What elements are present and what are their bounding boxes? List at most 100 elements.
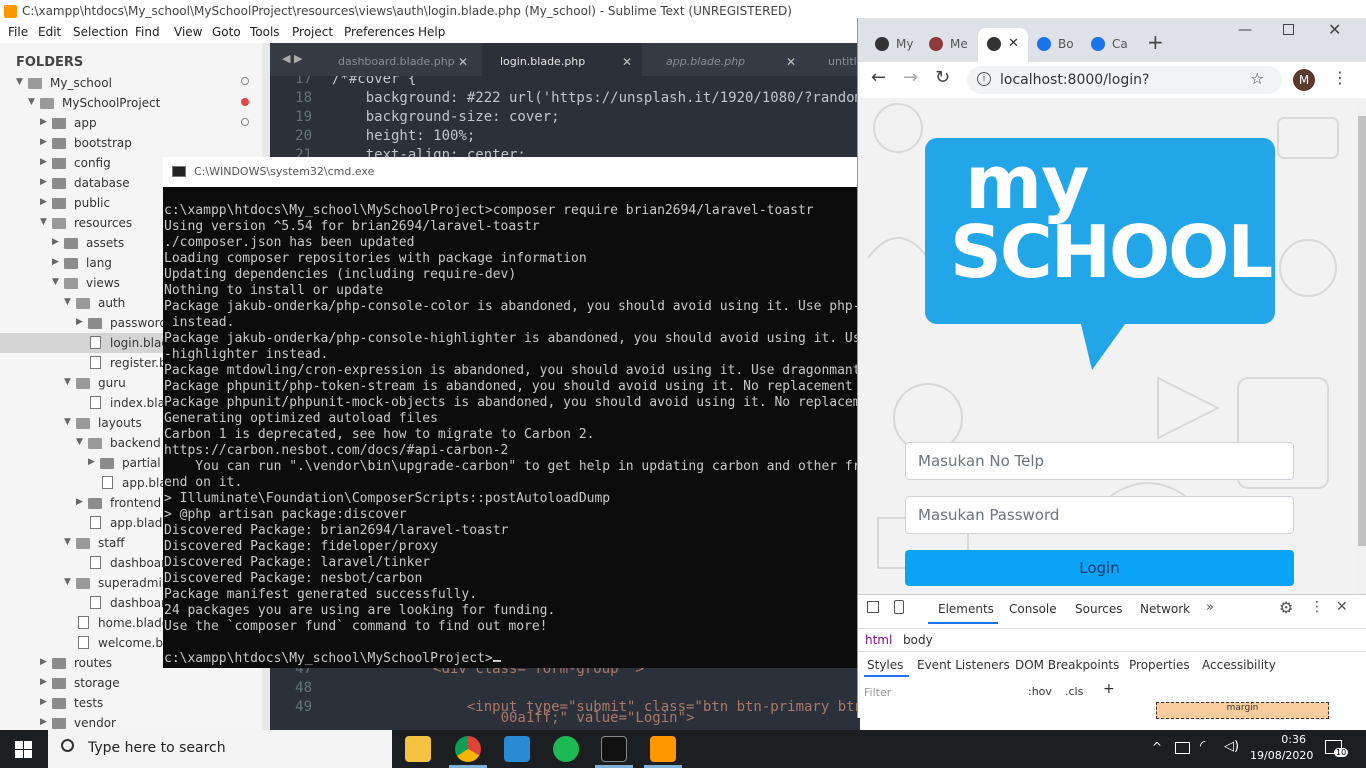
code-line: background: #222 url('https://unsplash.i… xyxy=(365,90,860,106)
tree-item[interactable]: ▼ My_school xyxy=(0,73,270,93)
breadcrumb-html[interactable]: html xyxy=(865,633,892,647)
search-placeholder: Type here to search xyxy=(88,740,226,756)
vscode-icon[interactable] xyxy=(504,736,530,762)
forward-icon[interactable]: → xyxy=(903,67,918,88)
menu-view[interactable]: View xyxy=(174,25,202,39)
menu-goto[interactable]: Goto xyxy=(212,25,241,39)
network-icon[interactable] xyxy=(1175,742,1190,754)
tree-item[interactable]: ▶ app xyxy=(0,113,270,133)
menu-preferences[interactable]: Preferences xyxy=(344,25,415,39)
tree-item-label: frontend xyxy=(110,496,162,510)
clock[interactable]: 0:36 19/08/2020 xyxy=(1250,732,1313,764)
menu-help[interactable]: Help xyxy=(418,25,445,39)
spotify-icon[interactable] xyxy=(553,736,579,762)
scrollbar-thumb[interactable] xyxy=(1358,116,1366,546)
tree-item[interactable]: ▶ storage xyxy=(0,673,270,693)
profile-avatar[interactable]: M xyxy=(1293,69,1315,91)
breadcrumb-body[interactable]: body xyxy=(903,633,933,647)
devtools-close-icon[interactable]: ✕ xyxy=(1336,599,1348,615)
menu-find[interactable]: Find xyxy=(135,25,160,39)
close-window-button[interactable]: ✕ xyxy=(1328,20,1341,39)
caret-down-icon: ▼ xyxy=(64,537,71,547)
styles-subtab[interactable]: Accessibility xyxy=(1202,658,1276,672)
folder-icon xyxy=(76,418,90,429)
new-tab-button[interactable]: + xyxy=(1147,30,1164,54)
phone-input[interactable]: Masukan No Telp xyxy=(905,442,1294,480)
chrome-tab[interactable]: Bo xyxy=(1028,28,1078,62)
tree-item-label: app xyxy=(74,116,97,130)
address-bar[interactable]: i localhost:8000/login? ☆ xyxy=(967,66,1282,94)
close-tab-icon[interactable]: ✕ xyxy=(1008,28,1019,60)
login-button[interactable]: Login xyxy=(905,550,1294,586)
windows-start-icon[interactable] xyxy=(15,741,32,758)
menu-file[interactable]: File xyxy=(8,25,28,39)
menu-selection[interactable]: Selection xyxy=(73,25,128,39)
inspect-element-icon[interactable] xyxy=(867,601,879,613)
editor-tab[interactable]: dashboard.blade.php ✕ xyxy=(320,43,478,76)
styles-subtab[interactable]: Properties xyxy=(1129,658,1190,672)
wifi-icon[interactable]: ◜ xyxy=(1200,738,1205,754)
cmd-line: c:\xampp\htdocs\My_school\MySchoolProjec… xyxy=(164,651,860,667)
sublime-app-icon xyxy=(4,5,17,18)
folder-icon xyxy=(52,118,66,129)
devtools-tab-sources[interactable]: Sources xyxy=(1075,602,1122,616)
cls-toggle[interactable]: .cls xyxy=(1065,685,1083,698)
hov-toggle[interactable]: :hov xyxy=(1028,685,1052,698)
terminal-taskbar-icon[interactable] xyxy=(601,736,627,762)
password-input[interactable]: Masukan Password xyxy=(905,496,1294,534)
cmd-line: Loading composer repositories with packa… xyxy=(164,251,587,266)
sublime-taskbar-icon[interactable] xyxy=(650,736,676,762)
maximize-button[interactable] xyxy=(1283,24,1294,35)
devtools-panel: » ⚙ ⋮ ✕ html body Styles Event Listeners D… xyxy=(858,594,1366,719)
add-rule-icon[interactable]: + xyxy=(1103,681,1115,697)
tree-item[interactable]: ▼ MySchoolProject xyxy=(0,93,270,113)
taskbar-search[interactable]: Type here to search xyxy=(48,730,392,768)
styles-subtab[interactable]: Event Listeners xyxy=(917,658,1010,672)
info-icon[interactable]: i xyxy=(977,72,991,86)
editor-tab[interactable]: app.blade.php ✕ xyxy=(648,43,806,76)
menu-kebab-icon[interactable]: ⋮ xyxy=(1332,68,1348,87)
file-icon xyxy=(90,396,101,409)
tree-item[interactable]: ▶ vendor xyxy=(0,713,270,730)
bookmark-star-icon[interactable]: ☆ xyxy=(1250,69,1264,88)
styles-subtab[interactable]: Styles xyxy=(867,658,903,672)
minimize-button[interactable]: — xyxy=(1238,22,1252,38)
chrome-tab[interactable]: ✕ xyxy=(978,28,1028,62)
tree-item[interactable]: ▶ bootstrap xyxy=(0,133,270,153)
chrome-tab[interactable]: Ca xyxy=(1082,28,1134,62)
filter-input[interactable]: Filter xyxy=(864,686,1014,699)
menu-edit[interactable]: Edit xyxy=(38,25,61,39)
tab-nav-arrows[interactable]: ◀ ▶ xyxy=(282,52,302,65)
chrome-icon[interactable] xyxy=(455,736,481,762)
device-toolbar-icon[interactable] xyxy=(894,600,904,614)
chrome-tab[interactable]: My xyxy=(866,28,916,62)
cmd-line: Package phpunit/phpunit-mock-objects is … xyxy=(164,395,860,410)
tree-item-label: lang xyxy=(86,256,112,270)
menu-project[interactable]: Project xyxy=(292,25,333,39)
chrome-tab-title: Ca xyxy=(1112,37,1128,51)
settings-gear-icon[interactable]: ⚙ xyxy=(1279,598,1293,617)
styles-subtab[interactable]: DOM Breakpoints xyxy=(1015,658,1119,672)
folder-icon xyxy=(88,498,102,509)
more-tabs-icon[interactable]: » xyxy=(1206,600,1214,615)
page-scrollbar[interactable] xyxy=(1357,98,1366,594)
editor-tab-label: dashboard.blade.php xyxy=(338,55,455,68)
cmd-title-bar[interactable]: C:\WINDOWS\system32\cmd.exe xyxy=(163,157,860,187)
back-icon[interactable]: ← xyxy=(871,67,886,88)
caret-right-icon: ▶ xyxy=(52,237,59,247)
devtools-tab-console[interactable]: Console xyxy=(1009,602,1057,616)
devtools-menu-icon[interactable]: ⋮ xyxy=(1310,599,1324,615)
volume-icon[interactable]: ◁) xyxy=(1224,739,1239,754)
devtools-tab-network[interactable]: Network xyxy=(1140,602,1190,616)
tree-item[interactable]: ▶ tests xyxy=(0,693,270,713)
cmd-window[interactable]: C:\WINDOWS\system32\cmd.exe c:\xampp\htd… xyxy=(163,157,860,668)
reload-icon[interactable]: ↻ xyxy=(935,67,950,88)
editor-tab[interactable]: login.blade.php ✕ xyxy=(482,43,642,76)
file-icon xyxy=(102,476,113,489)
menu-tools[interactable]: Tools xyxy=(250,25,280,39)
devtools-tab-elements[interactable]: Elements xyxy=(938,602,994,616)
chrome-tab[interactable]: Me xyxy=(920,28,972,62)
tray-chevron-icon[interactable]: ^ xyxy=(1152,740,1162,754)
chrome-tab-title: Bo xyxy=(1058,37,1074,51)
file-explorer-icon[interactable] xyxy=(405,736,431,762)
